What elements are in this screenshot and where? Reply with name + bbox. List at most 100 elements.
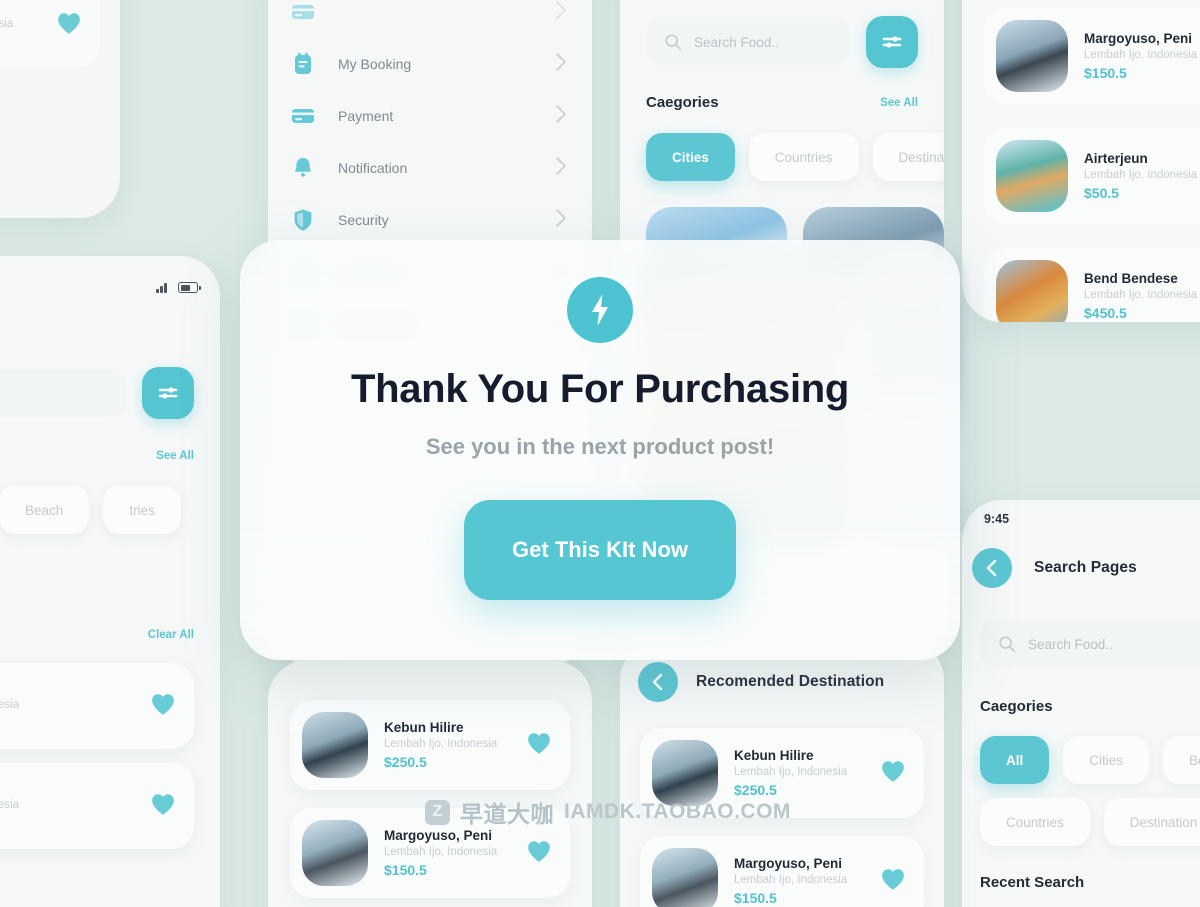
destination-name: Kebun Hilire	[0, 681, 134, 696]
category-chip-label: Cities	[672, 149, 709, 165]
destination-name: Margoyuso, Peni	[734, 856, 843, 871]
category-chip-label: Beach	[25, 502, 64, 518]
destination-name: Kebun Hilire	[384, 720, 464, 735]
category-chip-label: All	[1006, 752, 1024, 768]
destination-name: Airterjeun	[0, 781, 134, 796]
settings-item-label: Security	[338, 212, 389, 228]
destination-row[interactable]: Margoyuso, Peni Lembah Ijo, Indonesia $1…	[640, 836, 924, 907]
settings-item-partial[interactable]	[268, 0, 592, 38]
destination-row[interactable]: Bend Bendese Lembah Ijo, Indonesia $450.…	[984, 248, 1200, 322]
destination-price: $150.5	[734, 890, 777, 906]
category-chip-label: Countries	[1006, 814, 1064, 830]
destination-row[interactable]: Margoyuso, Peni Lembah Ijo, Indonesia $1…	[984, 8, 1200, 104]
destination-name: Bend Bendese	[0, 0, 40, 15]
destination-price: $250.5	[734, 782, 777, 798]
back-button[interactable]	[972, 548, 1012, 588]
thank-you-overlay: Thank You For Purchasing See you in the …	[240, 240, 960, 660]
settings-item-payment[interactable]: Payment	[268, 90, 592, 142]
settings-item-label: Notification	[338, 160, 408, 176]
favorite-heart-icon[interactable]	[526, 839, 552, 868]
destination-row[interactable]: Kebun Hilire Lembah Ijo, Indonesia $250.…	[640, 728, 924, 818]
destination-location: Lembah Ijo, Indonesia	[734, 874, 848, 886]
chevron-right-icon	[555, 208, 568, 233]
destination-row[interactable]: Margoyuso, Peni Lembah Ijo, Indonesia $1…	[290, 808, 570, 898]
see-all-link[interactable]: See All	[156, 450, 194, 462]
category-chip-label: Cities	[1089, 752, 1124, 768]
left-search-panel: Search Pages Search Food.. ories See All…	[0, 256, 220, 907]
favorite-heart-icon[interactable]	[526, 731, 552, 760]
chevron-left-icon	[652, 673, 663, 691]
search-placeholder: Search Food..	[694, 34, 779, 50]
search-input[interactable]: Search Food..	[0, 369, 126, 417]
recent-search-title: Recent Search	[980, 874, 1085, 891]
favorite-heart-icon[interactable]	[150, 792, 176, 821]
category-chip[interactable]: Cities	[1063, 736, 1150, 784]
search-placeholder: Search Food..	[1028, 636, 1113, 652]
category-chip[interactable]: Countries	[980, 798, 1090, 846]
destination-location: Lembah Ijo, Indonesia	[0, 18, 14, 30]
destination-location: Lembah Ijo, Indonesia	[384, 738, 498, 750]
categories-title: Caegories	[980, 698, 1053, 715]
destination-price: $450.5	[0, 34, 40, 50]
destination-name: Kebun Hilire	[734, 748, 814, 763]
category-chip-label: Countries	[774, 149, 833, 165]
category-chip[interactable]: Destinat	[872, 133, 944, 181]
destination-location: Lembah Ijo, Indonesia	[1084, 169, 1198, 181]
settings-item-label: Payment	[338, 108, 394, 124]
category-chip[interactable]: Destination	[1103, 798, 1200, 846]
recent-search-row[interactable]: Airterjeun Lembah Ijo, Indonesia $50.5	[0, 763, 194, 849]
settings-item-security[interactable]: Security	[268, 194, 592, 246]
get-kit-button-label: Get This KIt Now	[512, 537, 688, 562]
card-icon	[290, 103, 316, 129]
destination-row[interactable]: Kebun Hilire Lembah Ijo, Indonesia $250.…	[290, 700, 570, 790]
screenshot-stage: Bend Bendese Lembah Ijo, Indonesia $450.…	[0, 0, 1200, 907]
bell-icon	[290, 155, 316, 181]
destination-price: $450.5	[1084, 305, 1127, 321]
filter-button[interactable]	[142, 367, 194, 419]
chevron-right-icon	[555, 0, 568, 25]
chevron-right-icon	[555, 156, 568, 181]
sliders-icon	[882, 36, 902, 48]
favorite-heart-icon[interactable]	[150, 692, 176, 721]
destination-name: Margoyuso, Peni	[384, 828, 493, 843]
status-bar: 9:45	[962, 500, 1200, 526]
favorite-heart-icon[interactable]	[56, 11, 82, 40]
destination-location: Lembah Ijo, Indonesia	[734, 766, 848, 778]
filter-button[interactable]	[866, 16, 918, 68]
destination-name: Margoyuso, Peni	[1084, 31, 1193, 46]
get-kit-button[interactable]: Get This KIt Now	[464, 500, 736, 600]
category-chip-label: Destination	[1129, 814, 1198, 830]
settings-item-my-booking[interactable]: My Booking	[268, 38, 592, 90]
category-chip[interactable]: Beac	[1163, 736, 1200, 784]
destination-thumbnail	[996, 140, 1068, 212]
search-input[interactable]: Search Food..	[646, 18, 850, 66]
search-icon	[665, 34, 682, 51]
chevron-right-icon	[555, 52, 568, 77]
clear-all-link[interactable]: Clear All	[148, 629, 194, 641]
back-button[interactable]	[638, 662, 678, 702]
category-chip[interactable]: All	[980, 736, 1050, 784]
favorite-heart-icon[interactable]	[880, 867, 906, 896]
category-chip[interactable]: Countries	[748, 133, 859, 181]
recent-search-row[interactable]: Kebun Hilire Lembah Ijo, Indonesia $250.…	[0, 663, 194, 749]
see-all-link[interactable]: See All	[880, 97, 918, 109]
card-icon	[290, 0, 316, 25]
favorite-heart-icon[interactable]	[880, 759, 906, 788]
destination-row[interactable]: Airterjeun Lembah Ijo, Indonesia $50.5	[984, 128, 1200, 224]
category-chip[interactable]: Beach	[0, 486, 90, 534]
categories-title: Caegories	[646, 94, 719, 111]
destination-row[interactable]: Bend Bendese Lembah Ijo, Indonesia $450.…	[0, 0, 100, 68]
left-top-panel: Bend Bendese Lembah Ijo, Indonesia $450.…	[0, 0, 120, 218]
destination-location: Lembah Ijo, Indonesia	[1084, 289, 1198, 301]
signal-icon	[156, 282, 170, 293]
category-chip[interactable]: Cities	[646, 133, 735, 181]
category-chip[interactable]: tries	[103, 486, 181, 534]
page-title: Search Pages	[0, 319, 194, 337]
settings-item-notification[interactable]: Notification	[268, 142, 592, 194]
destination-price: $250.5	[0, 715, 134, 731]
destination-location: Lembah Ijo, Indonesia	[0, 799, 20, 811]
destination-name: Airterjeun	[1084, 151, 1148, 166]
search-input[interactable]: Search Food..	[980, 620, 1200, 668]
lightning-bolt-icon	[567, 277, 633, 343]
overlay-title: Thank You For Purchasing	[350, 367, 850, 411]
